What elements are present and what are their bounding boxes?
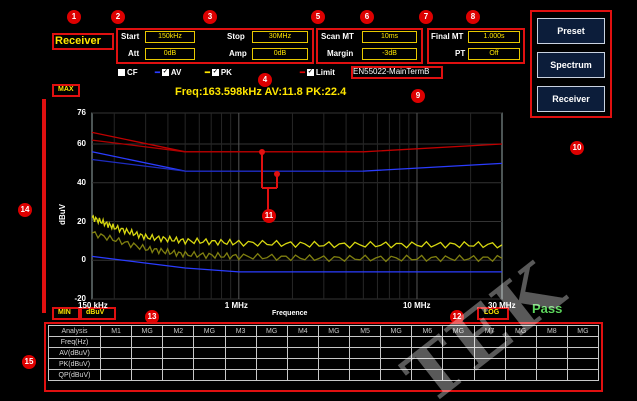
table-cell bbox=[131, 358, 164, 370]
table-cell bbox=[317, 336, 351, 348]
callout-marker-2: 2 bbox=[111, 10, 125, 24]
table-header-cell: M2 bbox=[162, 325, 195, 337]
callout-marker-6: 6 bbox=[360, 10, 374, 24]
table-cell bbox=[224, 336, 257, 348]
table-cell bbox=[535, 369, 568, 381]
table-cell bbox=[131, 369, 164, 381]
table-cell bbox=[566, 358, 600, 370]
table-cell bbox=[193, 369, 226, 381]
table-header-cell: M1 bbox=[99, 325, 133, 337]
table-cell bbox=[348, 336, 382, 348]
callout-marker-9: 9 bbox=[411, 89, 425, 103]
table-cell bbox=[286, 358, 319, 370]
table-cell bbox=[348, 369, 382, 381]
table-cell bbox=[566, 336, 600, 348]
table-cell bbox=[286, 369, 319, 381]
callout-marker-15: 15 bbox=[22, 355, 36, 369]
table-cell bbox=[566, 369, 600, 381]
callout-marker-8: 8 bbox=[466, 10, 480, 24]
y-axis-label: dBuV bbox=[57, 204, 67, 225]
table-cell bbox=[162, 347, 195, 359]
callout-marker-14: 14 bbox=[18, 203, 32, 217]
table-cell bbox=[286, 347, 319, 359]
table-header-cell: MG bbox=[193, 325, 226, 337]
table-cell bbox=[535, 347, 568, 359]
callout-marker-3: 3 bbox=[203, 10, 217, 24]
table-row: QP(dBuV) bbox=[48, 369, 600, 381]
table-cell bbox=[131, 336, 164, 348]
x-axis-label: Frequence bbox=[272, 310, 308, 317]
table-header-cell: M4 bbox=[286, 325, 319, 337]
table-header-cell: M3 bbox=[224, 325, 257, 337]
table-cell bbox=[193, 347, 226, 359]
table-cell bbox=[162, 336, 195, 348]
table-header-cell: M5 bbox=[348, 325, 382, 337]
y-tick-label: 60 bbox=[77, 139, 86, 148]
table-cell bbox=[566, 347, 600, 359]
table-cell bbox=[162, 369, 195, 381]
row-label: AV(dBuV) bbox=[48, 347, 101, 359]
row-label: PK(dBuV) bbox=[48, 358, 101, 370]
table-cell bbox=[224, 358, 257, 370]
table-cell bbox=[348, 347, 382, 359]
y-tick-label: 76 bbox=[77, 108, 86, 117]
callout-marker-7: 7 bbox=[419, 10, 433, 24]
callout-marker-10: 10 bbox=[570, 141, 584, 155]
table-header-cell: MG bbox=[566, 325, 600, 337]
x-tick-label: 1 MHz bbox=[224, 301, 248, 310]
table-cell bbox=[255, 358, 288, 370]
callout-marker-1: 1 bbox=[67, 10, 81, 24]
table-cell bbox=[255, 369, 288, 381]
table-header-cell: MG bbox=[255, 325, 288, 337]
table-cell bbox=[99, 369, 133, 381]
table-cell bbox=[535, 358, 568, 370]
table-cell bbox=[504, 369, 537, 381]
table-cell bbox=[224, 369, 257, 381]
table-header-cell: MG bbox=[380, 325, 413, 337]
callout-marker-11: 11 bbox=[262, 209, 276, 223]
table-cell bbox=[348, 358, 382, 370]
table-header-cell: MG bbox=[317, 325, 351, 337]
table-cell bbox=[193, 358, 226, 370]
y-tick-label: 0 bbox=[81, 255, 86, 265]
table-cell bbox=[99, 347, 133, 359]
callout-marker-5: 5 bbox=[311, 10, 325, 24]
table-cell bbox=[99, 358, 133, 370]
table-cell bbox=[224, 347, 257, 359]
table-cell bbox=[99, 336, 133, 348]
table-header-cell: MG bbox=[131, 325, 164, 337]
table-cell bbox=[131, 347, 164, 359]
table-cell bbox=[162, 358, 195, 370]
table-cell bbox=[255, 347, 288, 359]
callout-marker-4: 4 bbox=[258, 73, 272, 87]
plot-area bbox=[91, 112, 503, 300]
table-cell bbox=[317, 358, 351, 370]
y-tick-label: 40 bbox=[77, 177, 86, 187]
x-tick-label: 10 MHz bbox=[402, 301, 431, 310]
x-tick-label: 150 kHz bbox=[78, 301, 108, 310]
analyzer-screen: Receiver Start 150kHz Stop 30MHz Att 0dB… bbox=[0, 0, 637, 401]
table-cell bbox=[193, 336, 226, 348]
table-cell bbox=[317, 369, 351, 381]
row-label: Freq(Hz) bbox=[48, 336, 101, 348]
table-cell bbox=[255, 336, 288, 348]
row-label: QP(dBuV) bbox=[48, 369, 101, 381]
table-header-cell: Analysis bbox=[48, 325, 101, 337]
table-cell bbox=[286, 336, 319, 348]
table-cell bbox=[317, 347, 351, 359]
